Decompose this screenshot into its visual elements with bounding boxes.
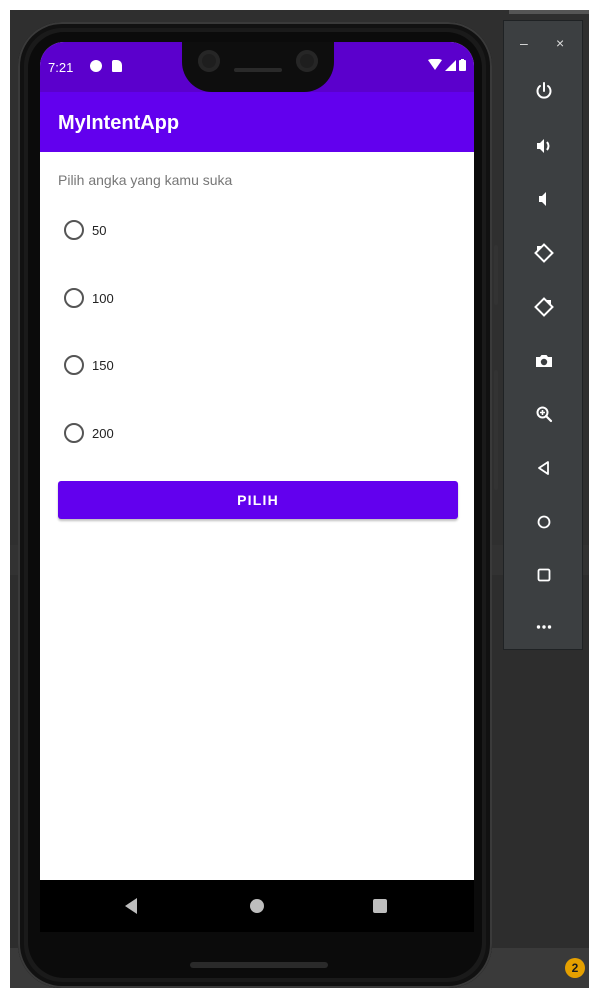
overview-icon[interactable] — [529, 560, 559, 590]
volume-side-button — [494, 245, 498, 305]
radio-option-200[interactable]: 200 — [64, 423, 114, 443]
battery-icon — [459, 59, 466, 71]
camera-notch — [182, 42, 334, 92]
minimize-button[interactable]: – — [520, 35, 528, 51]
zoom-icon[interactable] — [529, 399, 559, 429]
signal-icon — [445, 60, 456, 71]
volume-down-icon[interactable] — [529, 184, 559, 214]
volume-up-icon[interactable] — [529, 131, 559, 161]
pilih-button[interactable]: PILIH — [58, 481, 458, 519]
app-title: MyIntentApp — [58, 112, 180, 134]
front-camera-icon — [198, 50, 220, 72]
radio-label: 50 — [92, 222, 107, 238]
status-bar: 7:21 — [40, 42, 474, 92]
front-sensor-icon — [296, 50, 318, 72]
phone-chin-bar — [190, 962, 328, 968]
earpiece-speaker — [234, 68, 282, 72]
more-icon[interactable] — [529, 611, 559, 641]
prompt-text: Pilih angka yang kamu suka — [58, 172, 233, 188]
radio-option-100[interactable]: 100 — [64, 288, 114, 308]
home-icon[interactable] — [529, 507, 559, 537]
app-bar: MyIntentApp — [40, 92, 474, 152]
status-time: 7:21 — [48, 60, 74, 75]
camera-icon[interactable] — [529, 346, 559, 376]
device-screen: 7:21 MyIntentApp Pilih angka yang kamu s… — [40, 42, 474, 932]
power-side-button — [494, 370, 498, 490]
radio-button[interactable] — [64, 288, 84, 308]
radio-label: 100 — [92, 290, 114, 306]
radio-button[interactable] — [64, 355, 84, 375]
nav-back-icon[interactable] — [125, 898, 137, 914]
rotate-left-icon[interactable] — [529, 238, 559, 268]
sync-icon — [90, 60, 102, 72]
radio-option-50[interactable]: 50 — [64, 220, 106, 240]
radio-label: 200 — [92, 425, 114, 441]
sd-card-icon — [112, 60, 122, 72]
radio-label: 150 — [92, 357, 114, 373]
notification-badge[interactable]: 2 — [565, 958, 585, 978]
rotate-right-icon[interactable] — [529, 292, 559, 322]
power-icon[interactable] — [529, 76, 559, 106]
close-button[interactable]: × — [556, 35, 564, 51]
back-icon[interactable] — [529, 453, 559, 483]
emulator-toolbar: – × — [503, 20, 583, 650]
radio-button[interactable] — [64, 423, 84, 443]
radio-button[interactable] — [64, 220, 84, 240]
android-nav-bar — [40, 880, 474, 932]
nav-home-icon[interactable] — [250, 899, 264, 913]
wifi-icon — [428, 59, 442, 70]
radio-option-150[interactable]: 150 — [64, 355, 114, 375]
nav-recents-icon[interactable] — [373, 899, 387, 913]
